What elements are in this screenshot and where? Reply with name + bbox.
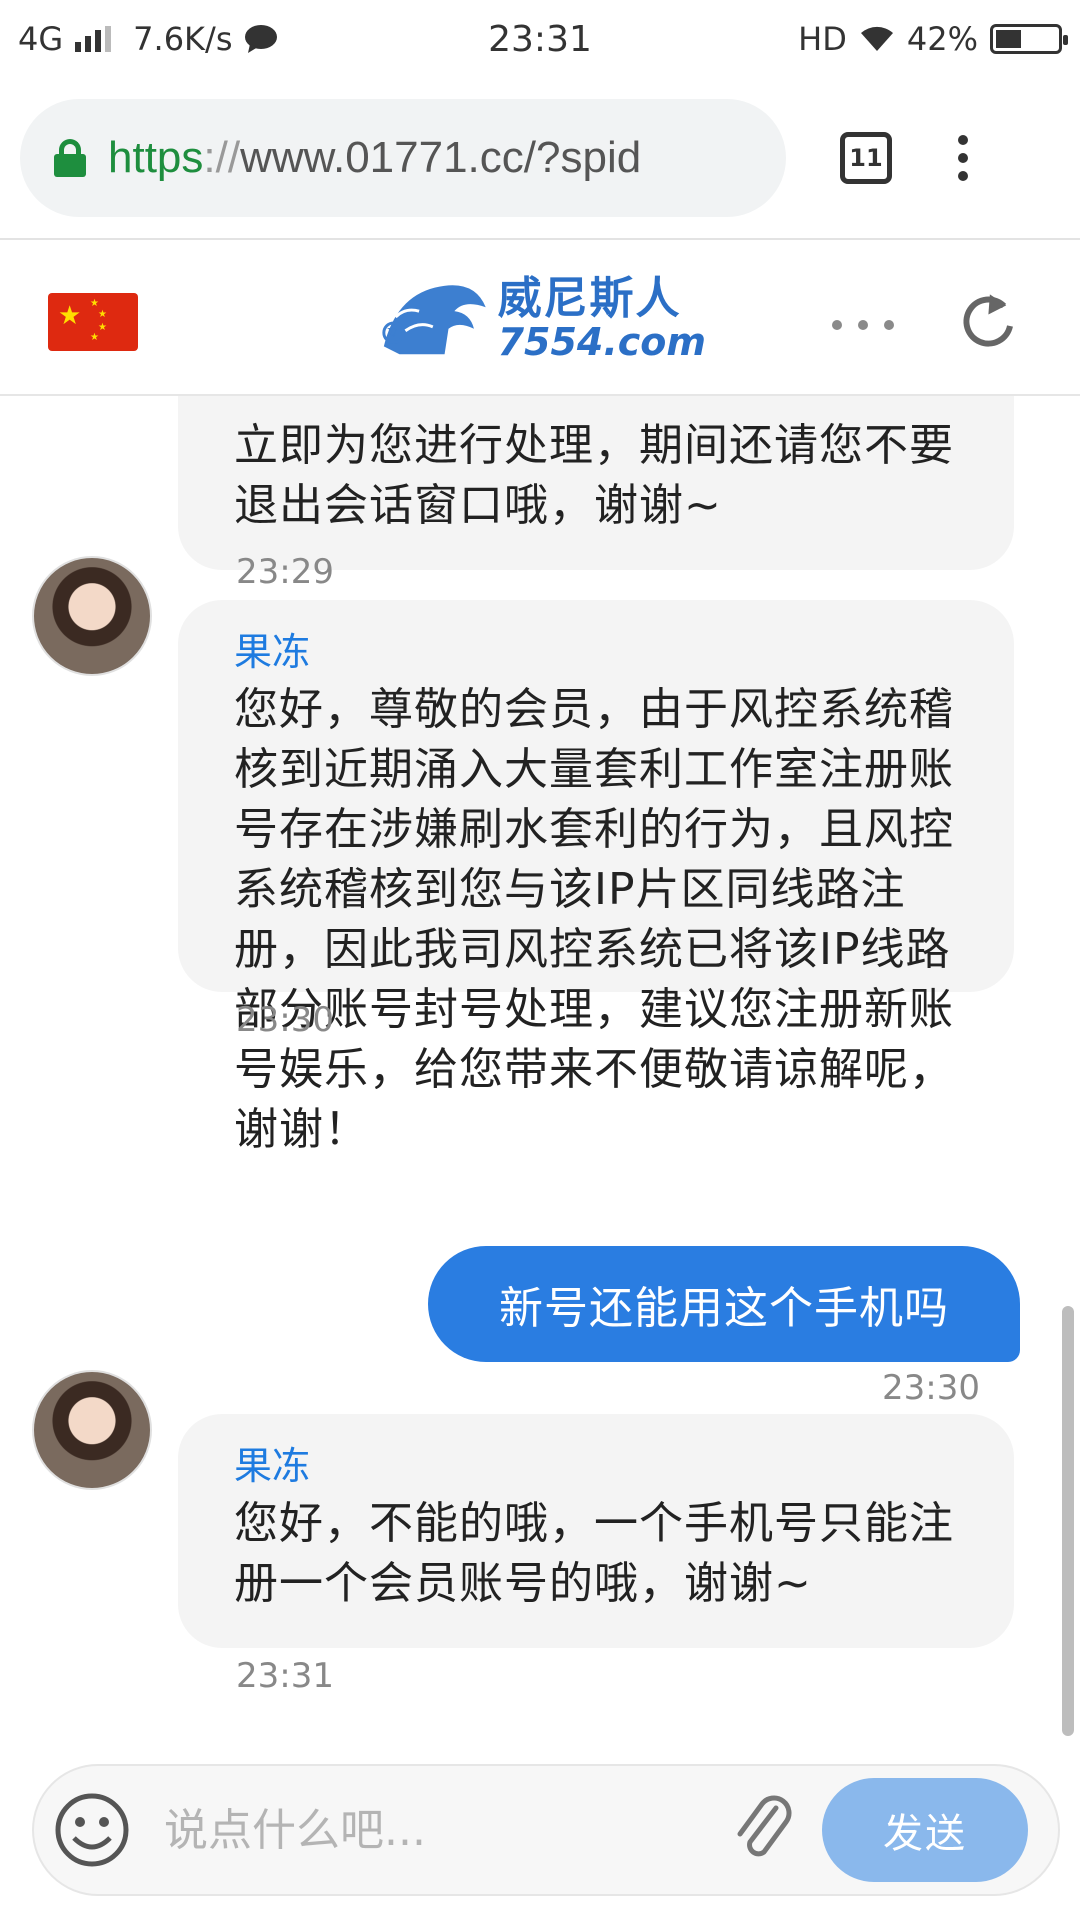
message-text: 新号还能用这个手机吗 — [499, 1283, 949, 1334]
sender-name: 果冻 — [234, 1444, 311, 1488]
browser-toolbar: https://www.01771.cc/?spid 11 — [0, 78, 1080, 240]
lock-icon — [54, 139, 86, 177]
message-time: 23:30 — [236, 1000, 334, 1040]
message-text: 您好，尊敬的会员，由于风控系统稽核到近期涌入大量套利工作室注册账号存在涉嫌刷水套… — [234, 684, 954, 1155]
agent-avatar[interactable] — [32, 1370, 152, 1490]
svg-text:V: V — [387, 327, 399, 343]
battery-icon — [990, 24, 1068, 54]
message-time: 23:30 — [882, 1368, 980, 1408]
winged-lion-logo-icon: V — [382, 285, 486, 355]
incoming-message-bubble: 立即为您进行处理，期间还请您不要退出会话窗口哦，谢谢~ — [178, 396, 1014, 570]
chat-message-list[interactable]: 立即为您进行处理，期间还请您不要退出会话窗口哦，谢谢~ 23:29 果冻 您好，… — [0, 396, 1080, 1752]
incoming-message-bubble: 果冻 您好，尊敬的会员，由于风控系统稽核到近期涌入大量套利工作室注册账号存在涉嫌… — [178, 600, 1014, 1155]
message-time: 23:31 — [236, 1656, 334, 1696]
network-speed: 7.6K/s — [133, 20, 233, 58]
logo-text: 威尼斯人 7554.com — [497, 273, 706, 364]
wifi-icon — [860, 26, 893, 51]
message-composer: 发送 — [32, 1764, 1060, 1896]
hd-indicator: HD — [798, 20, 847, 58]
chat-notification-icon — [245, 25, 278, 53]
network-type: 4G — [18, 20, 64, 58]
site-header: ★ ★ ★ ★ ★ V 威尼斯人 7554.com — [0, 240, 1080, 396]
status-left: 4G 7.6K/s — [18, 20, 278, 58]
browser-menu-icon[interactable] — [958, 135, 968, 181]
url-scheme: https — [108, 133, 204, 182]
refresh-icon[interactable] — [958, 292, 1018, 352]
sender-name: 果冻 — [234, 630, 311, 674]
address-bar[interactable]: https://www.01771.cc/?spid — [20, 99, 786, 217]
message-input[interactable] — [162, 1803, 722, 1857]
agent-avatar[interactable] — [32, 556, 152, 676]
incoming-message-bubble: 果冻 您好，不能的哦，一个手机号只能注册一个会员账号的哦，谢谢~ — [178, 1414, 1014, 1648]
china-flag-icon[interactable]: ★ ★ ★ ★ ★ — [48, 293, 138, 351]
logo-cn: 威尼斯人 — [497, 273, 682, 324]
tab-switcher-button[interactable]: 11 — [840, 132, 892, 184]
url-separator: :// — [203, 133, 241, 182]
battery-percent: 42% — [906, 20, 978, 58]
more-options-icon[interactable] — [832, 320, 894, 330]
url-host: www.01771.cc/?spid — [240, 133, 642, 182]
message-text: 您好，不能的哦，一个手机号只能注册一个会员账号的哦，谢谢~ — [234, 1498, 954, 1609]
site-logo[interactable]: V 威尼斯人 7554.com — [376, 274, 706, 364]
logo-en: 7554.com — [497, 320, 706, 364]
send-button[interactable]: 发送 — [822, 1778, 1028, 1882]
outgoing-message-bubble: 新号还能用这个手机吗 — [428, 1246, 1020, 1362]
emoji-icon[interactable] — [52, 1790, 132, 1870]
chat-scrollbar[interactable] — [1062, 1306, 1074, 1736]
status-bar: 4G 7.6K/s 23:31 HD 42% — [0, 0, 1080, 78]
message-text: 立即为您进行处理，期间还请您不要退出会话窗口哦，谢谢~ — [234, 420, 954, 531]
message-time: 23:29 — [236, 552, 334, 592]
url-text: https://www.01771.cc/?spid — [108, 133, 641, 183]
status-right: HD 42% — [798, 20, 1068, 58]
paperclip-icon[interactable] — [732, 1790, 796, 1870]
signal-icon — [75, 26, 112, 52]
